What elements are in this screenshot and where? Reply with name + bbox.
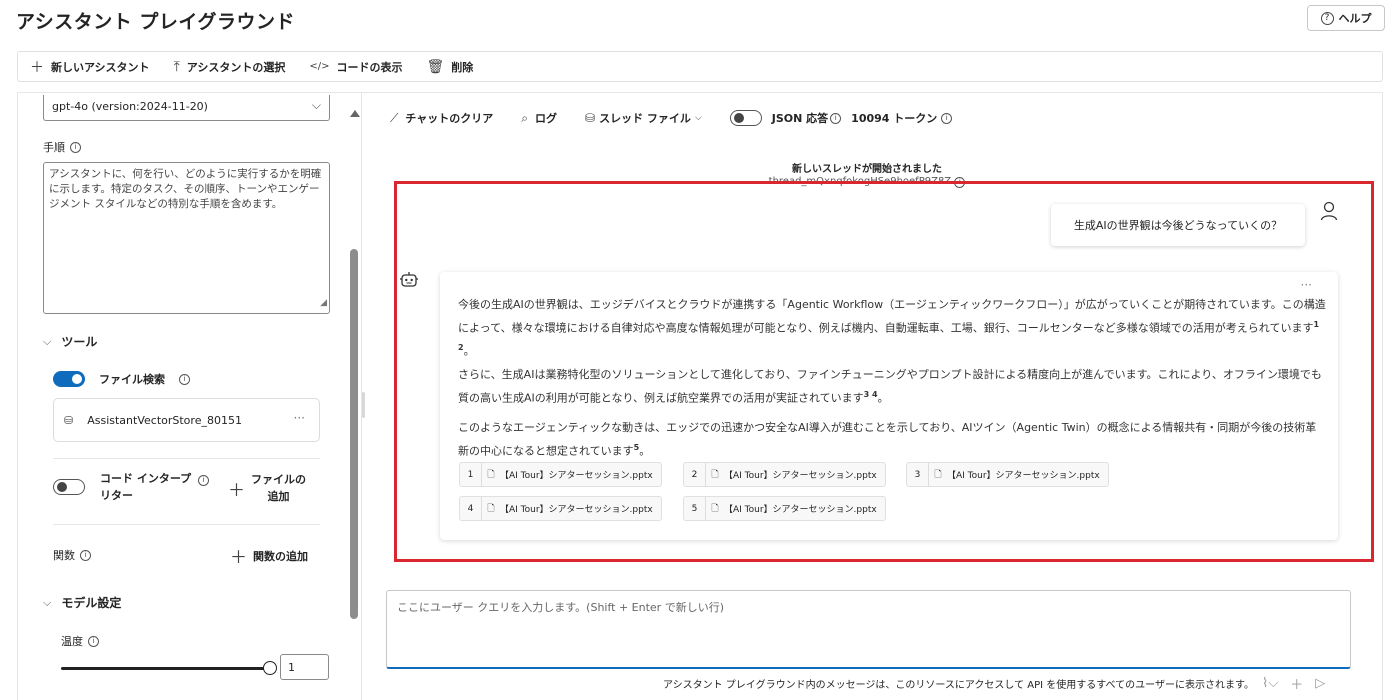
chevron-down-icon: ⌵ <box>311 98 321 112</box>
info-icon[interactable]: i <box>830 112 842 124</box>
highlight-box <box>394 181 1374 562</box>
new-assistant-label: 新しいアシスタント <box>51 60 150 74</box>
code-interpreter-label-line1: コード インタープ <box>100 472 192 485</box>
view-code-button[interactable]: </> コードの表示 <box>309 59 402 75</box>
temperature-row: 温度 i <box>61 633 99 649</box>
chevron-down-icon: ⌵ <box>43 334 52 348</box>
clear-chat-label: チャットのクリア <box>405 112 494 125</box>
info-icon[interactable]: i <box>179 373 190 385</box>
delete-label: 削除 <box>451 60 474 74</box>
broom-icon: ⟋ <box>390 110 399 125</box>
new-assistant-button[interactable]: ＋ 新しいアシスタント <box>30 57 150 77</box>
plus-icon: ＋ <box>230 548 247 568</box>
info-icon[interactable]: i <box>198 475 210 486</box>
json-response-toggle[interactable] <box>729 110 762 126</box>
instructions-label-row: 手順 i <box>43 139 81 155</box>
json-response-label: JSON 応答 <box>771 112 829 125</box>
model-select-value: gpt-4o (version:2024-11-20) <box>52 100 208 113</box>
instructions-label: 手順 <box>43 141 65 154</box>
json-response-row: JSON 応答 i 10094 トークン i <box>729 110 953 126</box>
trash-icon: 🗑 <box>426 58 445 75</box>
add-file-button[interactable]: ＋ ファイルの 追加 <box>228 471 306 505</box>
upload-icon: ⤒ <box>173 58 180 75</box>
logs-label: ログ <box>535 112 558 125</box>
functions-label: 関数 <box>53 549 75 562</box>
code-interpreter-label: コード インタープ i リター <box>100 470 210 504</box>
database-icon: ⛁ <box>585 111 596 125</box>
file-search-toggle[interactable] <box>53 371 85 387</box>
privacy-note: アシスタント プレイグラウンド内のメッセージは、このリソースにアクセスして AP… <box>663 680 1254 691</box>
tools-header-label: ツール <box>61 335 98 349</box>
view-code-label: コードの表示 <box>336 60 403 74</box>
plus-icon: ＋ <box>30 59 44 76</box>
code-interpreter-label-line2: リター <box>100 489 133 502</box>
info-icon[interactable]: i <box>70 141 81 153</box>
user-query-input[interactable]: ここにユーザー クエリを入力します。(Shift + Enter で新しい行) <box>386 590 1351 669</box>
code-icon: </> <box>309 61 330 72</box>
send-icon[interactable]: ▷ <box>1315 676 1325 691</box>
plus-icon[interactable]: ＋ <box>1290 674 1303 693</box>
thread-files-button[interactable]: ⛁ スレッド ファイル ⌵ <box>585 110 702 126</box>
divider <box>53 458 320 459</box>
scroll-thumb[interactable] <box>350 249 358 619</box>
chevron-down-icon: ⌵ <box>43 595 52 609</box>
add-function-label: 関数の追加 <box>253 549 308 563</box>
functions-row: 関数 i <box>53 547 91 563</box>
info-icon[interactable]: i <box>941 112 953 124</box>
search-icon: ⌕ <box>521 110 529 125</box>
delete-button[interactable]: 🗑 削除 <box>426 59 473 75</box>
attach-icon[interactable]: ⌇⌵ <box>1262 676 1278 691</box>
select-assistant-button[interactable]: ⤒ アシスタントの選択 <box>174 59 286 75</box>
chat-toolbar: ⟋ チャットのクリア ⌕ ログ ⛁ スレッド ファイル ⌵ JSON 応答 i … <box>390 110 953 126</box>
clear-chat-button[interactable]: ⟋ チャットのクリア <box>390 110 493 126</box>
temperature-slider-track[interactable] <box>61 667 269 670</box>
thread-started-label: 新しいスレッドが開始されました <box>792 164 942 175</box>
temperature-slider-thumb[interactable] <box>263 661 277 675</box>
select-assistant-label: アシスタントの選択 <box>186 60 286 74</box>
token-count: 10094 トークン <box>851 112 938 125</box>
vector-store-card[interactable]: ⛁ AssistantVectorStore_80151 ··· <box>53 398 320 442</box>
assistant-toolbar: ＋ 新しいアシスタント ⤒ アシスタントの選択 </> コードの表示 🗑 削除 <box>17 51 1383 82</box>
thread-files-label: スレッド ファイル <box>599 112 691 125</box>
model-settings-label: モデル設定 <box>61 596 122 610</box>
more-options-icon[interactable]: ··· <box>294 411 305 425</box>
info-icon[interactable]: i <box>88 635 99 647</box>
scroll-up-icon[interactable] <box>350 110 360 117</box>
tools-section-header[interactable]: ⌵ ツール <box>43 333 97 350</box>
setup-panel-scrollbar[interactable] <box>346 92 362 700</box>
instructions-text: アシスタントに、何を行い、どのように実行するかを明確に示します。特定のタスク、そ… <box>49 168 322 210</box>
add-file-label-line2: 追加 <box>267 490 290 503</box>
page-title: アシスタント プレイグラウンド <box>16 11 295 33</box>
composer-actions: ⌇⌵ ＋ ▷ <box>1262 674 1325 693</box>
database-icon: ⛁ <box>64 413 74 427</box>
code-interpreter-toggle[interactable] <box>53 479 85 495</box>
logs-button[interactable]: ⌕ ログ <box>521 110 557 126</box>
help-icon: ? <box>1320 11 1334 25</box>
vector-store-name: AssistantVectorStore_80151 <box>87 413 242 427</box>
model-settings-header[interactable]: ⌵ モデル設定 <box>43 594 121 611</box>
add-file-label-line1: ファイルの <box>251 473 306 486</box>
add-function-button[interactable]: ＋ 関数の追加 <box>230 543 308 568</box>
setup-panel: gpt-4o (version:2024-11-20) ⌵ 手順 i アシスタン… <box>17 92 362 700</box>
resize-grip-icon[interactable]: ◢ <box>320 296 327 311</box>
help-button[interactable]: ? ヘルプ <box>1307 5 1385 31</box>
plus-icon: ＋ <box>228 480 245 501</box>
divider <box>53 524 320 525</box>
file-search-row: ファイル検索 i <box>53 371 190 387</box>
chevron-down-icon: ⌵ <box>694 113 702 123</box>
user-query-placeholder: ここにユーザー クエリを入力します。(Shift + Enter で新しい行) <box>397 601 724 614</box>
help-label: ヘルプ <box>1338 12 1372 25</box>
temperature-label: 温度 <box>61 635 83 648</box>
instructions-textarea[interactable]: アシスタントに、何を行い、どのように実行するかを明確に示します。特定のタスク、そ… <box>43 162 330 314</box>
info-icon[interactable]: i <box>80 549 91 561</box>
temperature-input[interactable]: 1 <box>280 654 329 680</box>
add-file-label: ファイルの 追加 <box>251 471 306 505</box>
model-select[interactable]: gpt-4o (version:2024-11-20) ⌵ <box>43 95 330 121</box>
file-search-label: ファイル検索 <box>99 373 165 386</box>
